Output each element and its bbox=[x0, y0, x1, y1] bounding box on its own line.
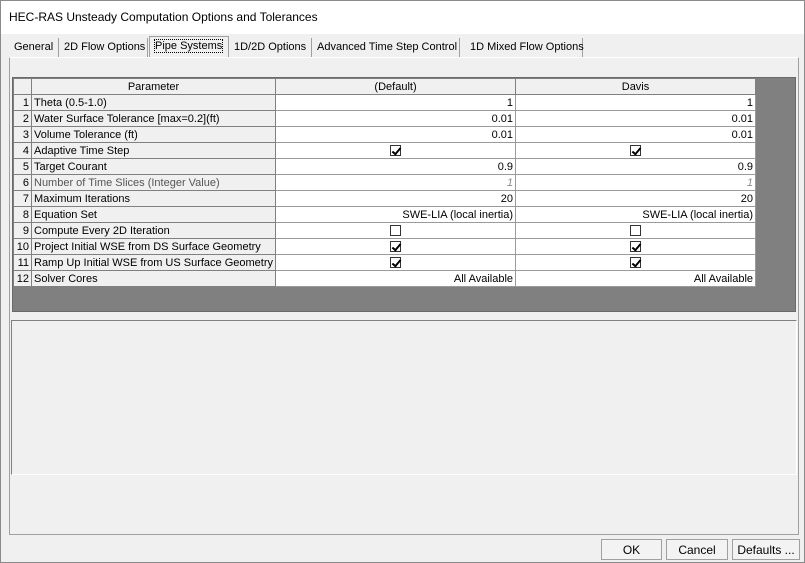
value-checkbox-cell[interactable] bbox=[515, 142, 757, 159]
row-number[interactable]: 12 bbox=[13, 270, 32, 287]
grid-row: 10 Project Initial WSE from DS Surface Ge… bbox=[13, 238, 757, 255]
options-grid-container: Parameter (Default) Davis 1 Theta (0.5-1.… bbox=[12, 77, 796, 312]
value-cell[interactable]: 0.9 bbox=[275, 158, 517, 175]
row-number[interactable]: 10 bbox=[13, 238, 32, 255]
parameter-label: Number of Time Slices (Integer Value) bbox=[30, 174, 277, 191]
value-checkbox-cell[interactable] bbox=[515, 254, 757, 271]
grid-row: 4 Adaptive Time Step bbox=[13, 142, 757, 159]
checkbox-checked[interactable] bbox=[390, 257, 402, 269]
grid-row: 9 Compute Every 2D Iteration bbox=[13, 222, 757, 239]
value-cell[interactable]: 0.01 bbox=[275, 110, 517, 127]
header-davis[interactable]: Davis bbox=[515, 78, 757, 95]
row-number[interactable]: 7 bbox=[13, 190, 32, 207]
tab-advanced-time-step-control[interactable]: Advanced Time Step Control bbox=[312, 38, 460, 57]
tab-strip: General 2D Flow Options Pipe Systems 1D/… bbox=[9, 36, 799, 57]
grid-row: 5 Target Courant 0.9 0.9 bbox=[13, 158, 757, 175]
checkbox-checked[interactable] bbox=[630, 257, 642, 269]
ok-button[interactable]: OK bbox=[601, 539, 662, 560]
value-cell[interactable]: 0.01 bbox=[515, 110, 757, 127]
value-cell[interactable]: All Available bbox=[515, 270, 757, 287]
value-cell[interactable]: All Available bbox=[275, 270, 517, 287]
value-cell[interactable]: 1 bbox=[515, 94, 757, 111]
parameter-label: Ramp Up Initial WSE from US Surface Geom… bbox=[30, 254, 277, 271]
window-title: HEC-RAS Unsteady Computation Options and… bbox=[9, 10, 318, 24]
header-default[interactable]: (Default) bbox=[275, 78, 517, 95]
header-parameter[interactable]: Parameter bbox=[30, 78, 277, 95]
parameter-label: Project Initial WSE from DS Surface Geom… bbox=[30, 238, 277, 255]
value-cell[interactable]: 0.01 bbox=[275, 126, 517, 143]
checkbox-unchecked[interactable] bbox=[390, 225, 402, 237]
parameter-label: Volume Tolerance (ft) bbox=[30, 126, 277, 143]
tab-1d-2d-options[interactable]: 1D/2D Options bbox=[229, 38, 312, 57]
row-number[interactable]: 8 bbox=[13, 206, 32, 223]
parameter-label: Adaptive Time Step bbox=[30, 142, 277, 159]
row-number[interactable]: 3 bbox=[13, 126, 32, 143]
row-number[interactable]: 2 bbox=[13, 110, 32, 127]
value-cell[interactable]: SWE-LIA (local inertia) bbox=[515, 206, 757, 223]
value-cell[interactable]: 1 bbox=[275, 94, 517, 111]
row-number[interactable]: 1 bbox=[13, 94, 32, 111]
title-bar[interactable]: HEC-RAS Unsteady Computation Options and… bbox=[1, 1, 804, 34]
row-number[interactable]: 4 bbox=[13, 142, 32, 159]
tab-general[interactable]: General bbox=[9, 38, 59, 57]
checkbox-checked[interactable] bbox=[390, 241, 402, 253]
grid-row: 12 Solver Cores All Available All Available bbox=[13, 270, 757, 287]
tab-pipe-systems[interactable]: Pipe Systems bbox=[149, 36, 229, 57]
value-checkbox-cell[interactable] bbox=[275, 222, 517, 239]
corner-header bbox=[13, 78, 32, 95]
value-cell[interactable]: 20 bbox=[515, 190, 757, 207]
tab-1d-mixed-flow-options[interactable]: 1D Mixed Flow Options bbox=[465, 38, 584, 57]
value-checkbox-cell[interactable] bbox=[515, 238, 757, 255]
grid-row: 1 Theta (0.5-1.0) 1 1 bbox=[13, 94, 757, 111]
row-number[interactable]: 9 bbox=[13, 222, 32, 239]
tab-panel-pipe-systems: Parameter (Default) Davis 1 Theta (0.5-1.… bbox=[9, 57, 799, 535]
parameter-label: Solver Cores bbox=[30, 270, 277, 287]
row-number[interactable]: 5 bbox=[13, 158, 32, 175]
checkbox-checked[interactable] bbox=[630, 241, 642, 253]
value-checkbox-cell[interactable] bbox=[275, 238, 517, 255]
checkbox-checked[interactable] bbox=[390, 145, 402, 157]
value-checkbox-cell[interactable] bbox=[275, 142, 517, 159]
value-cell[interactable]: SWE-LIA (local inertia) bbox=[275, 206, 517, 223]
parameter-label: Water Surface Tolerance [max=0.2](ft) bbox=[30, 110, 277, 127]
value-cell: 1 bbox=[515, 174, 757, 191]
tab-2d-flow-options[interactable]: 2D Flow Options bbox=[59, 38, 148, 57]
row-number[interactable]: 11 bbox=[13, 254, 32, 271]
description-area bbox=[11, 320, 797, 475]
grid-row: 2 Water Surface Tolerance [max=0.2](ft) 0.… bbox=[13, 110, 757, 127]
value-cell[interactable]: 0.01 bbox=[515, 126, 757, 143]
parameter-label: Compute Every 2D Iteration bbox=[30, 222, 277, 239]
checkbox-checked[interactable] bbox=[630, 145, 642, 157]
value-cell[interactable]: 20 bbox=[275, 190, 517, 207]
value-cell: 1 bbox=[275, 174, 517, 191]
value-checkbox-cell[interactable] bbox=[275, 254, 517, 271]
grid-row: 7 Maximum Iterations 20 20 bbox=[13, 190, 757, 207]
row-number[interactable]: 6 bbox=[13, 174, 32, 191]
parameter-label: Theta (0.5-1.0) bbox=[30, 94, 277, 111]
grid-row: 6 Number of Time Slices (Integer Value) 1 1 bbox=[13, 174, 757, 191]
value-cell[interactable]: 0.9 bbox=[515, 158, 757, 175]
grid-row: 11 Ramp Up Initial WSE from US Surface Ge… bbox=[13, 254, 757, 271]
dialog-window: HEC-RAS Unsteady Computation Options and… bbox=[0, 0, 805, 563]
grid-row: 8 Equation Set SWE-LIA (local inertia) SWE-… bbox=[13, 206, 757, 223]
parameter-label: Equation Set bbox=[30, 206, 277, 223]
parameter-label: Maximum Iterations bbox=[30, 190, 277, 207]
cancel-button[interactable]: Cancel bbox=[666, 539, 728, 560]
defaults-button[interactable]: Defaults ... bbox=[732, 539, 800, 560]
options-grid: Parameter (Default) Davis 1 Theta (0.5-1.… bbox=[13, 78, 757, 287]
value-checkbox-cell[interactable] bbox=[515, 222, 757, 239]
parameter-label: Target Courant bbox=[30, 158, 277, 175]
grid-row: 3 Volume Tolerance (ft) 0.01 0.01 bbox=[13, 126, 757, 143]
checkbox-unchecked[interactable] bbox=[630, 225, 642, 237]
